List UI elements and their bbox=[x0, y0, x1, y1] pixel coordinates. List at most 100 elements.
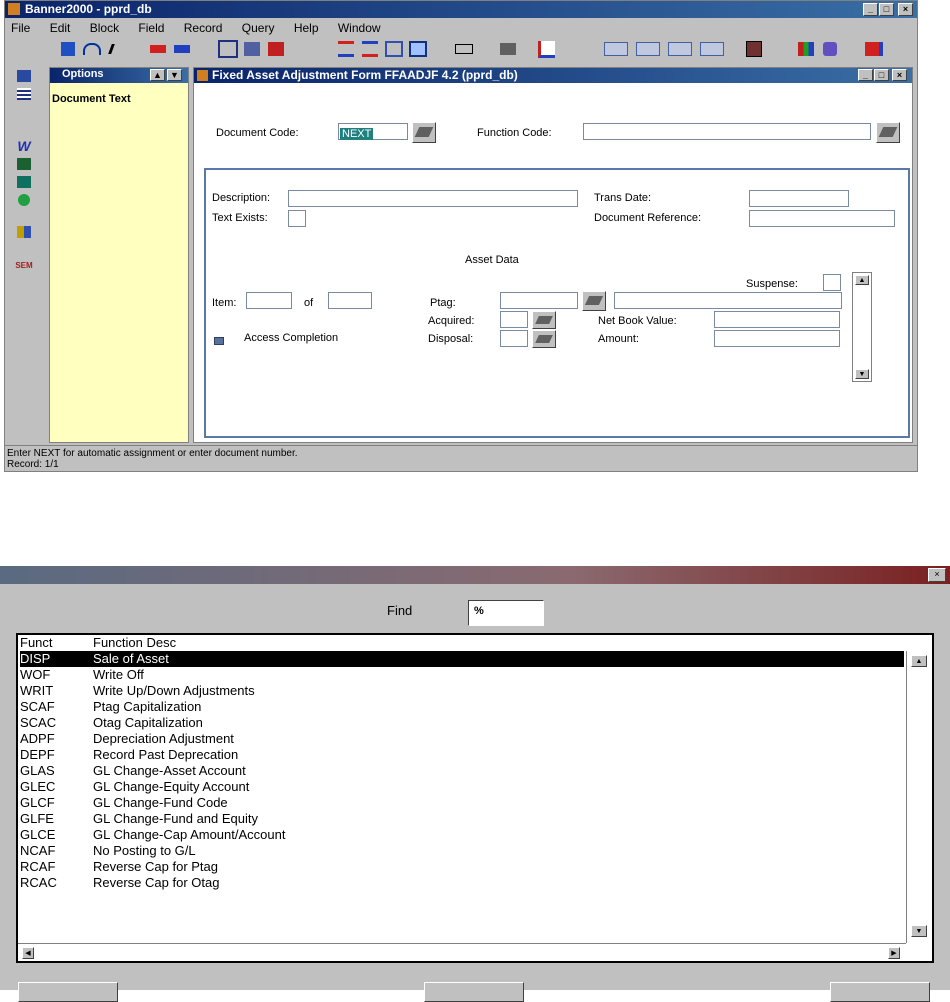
document-reference-field[interactable] bbox=[749, 210, 895, 227]
scroll-right-button[interactable]: ▶ bbox=[888, 947, 900, 959]
ptag-description-field[interactable] bbox=[614, 292, 842, 309]
acquired-search-button[interactable] bbox=[532, 311, 556, 329]
disposal-search-button[interactable] bbox=[532, 330, 556, 348]
access-completion-checkbox[interactable] bbox=[214, 337, 224, 345]
list-item[interactable]: GLCE GL Change-Cap Amount/Account bbox=[20, 827, 904, 843]
list-item[interactable]: RCAC Reverse Cap for Otag bbox=[20, 875, 904, 891]
image-icon[interactable] bbox=[13, 173, 35, 191]
cancel-button[interactable] bbox=[830, 982, 930, 1002]
form-minimize-button[interactable]: _ bbox=[858, 69, 873, 81]
calendar-icon[interactable] bbox=[743, 39, 765, 59]
delete-record-icon[interactable] bbox=[265, 39, 287, 59]
sem-icon[interactable]: SEM bbox=[13, 257, 35, 275]
item-field[interactable] bbox=[246, 292, 292, 309]
asset-scrollbar[interactable]: ▲ ▼ bbox=[852, 272, 872, 382]
chart-icon[interactable] bbox=[535, 39, 557, 59]
options-item-document-text[interactable]: Document Text bbox=[52, 93, 131, 105]
execute-query-icon[interactable] bbox=[633, 39, 663, 59]
remove-record-icon[interactable] bbox=[241, 39, 263, 59]
list-item[interactable]: DISP Sale of Asset bbox=[20, 651, 904, 667]
list-item[interactable]: WOF Write Off bbox=[20, 667, 904, 683]
options-expand-button[interactable]: ▼ bbox=[167, 69, 182, 81]
horizontal-scrollbar[interactable]: ◀ ▶ bbox=[18, 943, 906, 961]
vertical-scrollbar[interactable]: ▲ ▼ bbox=[906, 651, 932, 943]
edit-icon[interactable] bbox=[453, 39, 475, 59]
list-item[interactable]: GLFE GL Change-Fund and Equity bbox=[20, 811, 904, 827]
disposal-field[interactable] bbox=[500, 330, 528, 347]
list-item[interactable]: SCAF Ptag Capitalization bbox=[20, 699, 904, 715]
count-query-icon[interactable] bbox=[697, 39, 727, 59]
menu-help[interactable]: Help bbox=[294, 21, 319, 35]
minimize-button[interactable]: _ bbox=[863, 3, 878, 16]
rollback-icon[interactable] bbox=[81, 39, 103, 59]
help-books-icon[interactable] bbox=[795, 39, 817, 59]
acquired-field[interactable] bbox=[500, 311, 528, 328]
menu-file[interactable]: File bbox=[11, 21, 30, 35]
menu-edit[interactable]: Edit bbox=[50, 21, 71, 35]
find-button[interactable] bbox=[18, 982, 118, 1002]
chart-bars-icon[interactable] bbox=[13, 223, 35, 241]
previous-record-icon[interactable] bbox=[335, 39, 357, 59]
ptag-search-button[interactable] bbox=[582, 291, 606, 311]
text-exists-field[interactable] bbox=[288, 210, 306, 227]
text-exists-label: Text Exists: bbox=[212, 212, 268, 224]
next-block-icon[interactable] bbox=[171, 39, 193, 59]
function-code-search-button[interactable] bbox=[876, 122, 900, 143]
form-maximize-button[interactable]: □ bbox=[874, 69, 889, 81]
trans-date-field[interactable] bbox=[749, 190, 849, 207]
insert-record-icon[interactable] bbox=[217, 39, 239, 59]
previous-block-icon[interactable] bbox=[147, 39, 169, 59]
scroll-up-button[interactable]: ▲ bbox=[855, 275, 869, 285]
ptag-field[interactable] bbox=[500, 292, 578, 309]
item-count-field[interactable] bbox=[328, 292, 372, 309]
options-collapse-button[interactable]: ▲ bbox=[150, 69, 165, 81]
list-item[interactable]: NCAF No Posting to G/L bbox=[20, 843, 904, 859]
lov-close-button[interactable]: × bbox=[928, 568, 946, 582]
save-icon[interactable] bbox=[57, 39, 79, 59]
list-item[interactable]: DEPF Record Past Deprecation bbox=[20, 747, 904, 763]
scroll-down-button[interactable]: ▼ bbox=[855, 369, 869, 379]
document-code-search-button[interactable] bbox=[412, 122, 436, 143]
scroll-up-button[interactable]: ▲ bbox=[911, 655, 927, 667]
find-field[interactable]: % bbox=[468, 600, 544, 626]
amount-field[interactable] bbox=[714, 330, 840, 347]
list-item[interactable]: GLAS GL Change-Asset Account bbox=[20, 763, 904, 779]
net-book-value-field[interactable] bbox=[714, 311, 840, 328]
enter-query-icon[interactable] bbox=[601, 39, 631, 59]
exit-icon[interactable] bbox=[863, 39, 885, 59]
close-button[interactable]: × bbox=[898, 3, 913, 16]
menu-query[interactable]: Query bbox=[242, 21, 275, 35]
menu-field[interactable]: Field bbox=[138, 21, 164, 35]
form-close-button[interactable]: × bbox=[892, 69, 907, 81]
function-code-field[interactable] bbox=[583, 123, 871, 140]
ok-button[interactable] bbox=[424, 982, 524, 1002]
document-code-field[interactable]: NEXT bbox=[338, 123, 408, 140]
next-record-icon[interactable] bbox=[359, 39, 381, 59]
scroll-down-button[interactable]: ▼ bbox=[911, 925, 927, 937]
description-field[interactable] bbox=[288, 190, 578, 207]
cancel-query-icon[interactable] bbox=[665, 39, 695, 59]
maximize-button[interactable]: □ bbox=[879, 3, 894, 16]
suspense-field[interactable] bbox=[823, 274, 841, 291]
menu-record[interactable]: Record bbox=[184, 21, 223, 35]
list-item[interactable]: GLCF GL Change-Fund Code bbox=[20, 795, 904, 811]
list-item[interactable]: GLEC GL Change-Equity Account bbox=[20, 779, 904, 795]
list-item[interactable]: WRIT Write Up/Down Adjustments bbox=[20, 683, 904, 699]
word-icon[interactable]: W bbox=[13, 137, 35, 155]
document-code-label: Document Code: bbox=[216, 127, 299, 139]
globe-icon[interactable] bbox=[13, 191, 35, 209]
calculator-icon[interactable] bbox=[13, 67, 35, 85]
list-item[interactable]: ADPF Depreciation Adjustment bbox=[20, 731, 904, 747]
scroll-left-button[interactable]: ◀ bbox=[22, 947, 34, 959]
bookmark-icon[interactable] bbox=[819, 39, 841, 59]
list-item[interactable]: RCAF Reverse Cap for Ptag bbox=[20, 859, 904, 875]
menu-window[interactable]: Window bbox=[338, 21, 381, 35]
menu-block[interactable]: Block bbox=[90, 21, 119, 35]
select-icon[interactable] bbox=[105, 39, 127, 59]
duplicate-field-icon[interactable] bbox=[407, 39, 429, 59]
excel-icon[interactable] bbox=[13, 155, 35, 173]
table-icon[interactable] bbox=[13, 85, 35, 103]
duplicate-record-icon[interactable] bbox=[383, 39, 405, 59]
list-item[interactable]: SCAC Otag Capitalization bbox=[20, 715, 904, 731]
print-icon[interactable] bbox=[497, 39, 519, 59]
